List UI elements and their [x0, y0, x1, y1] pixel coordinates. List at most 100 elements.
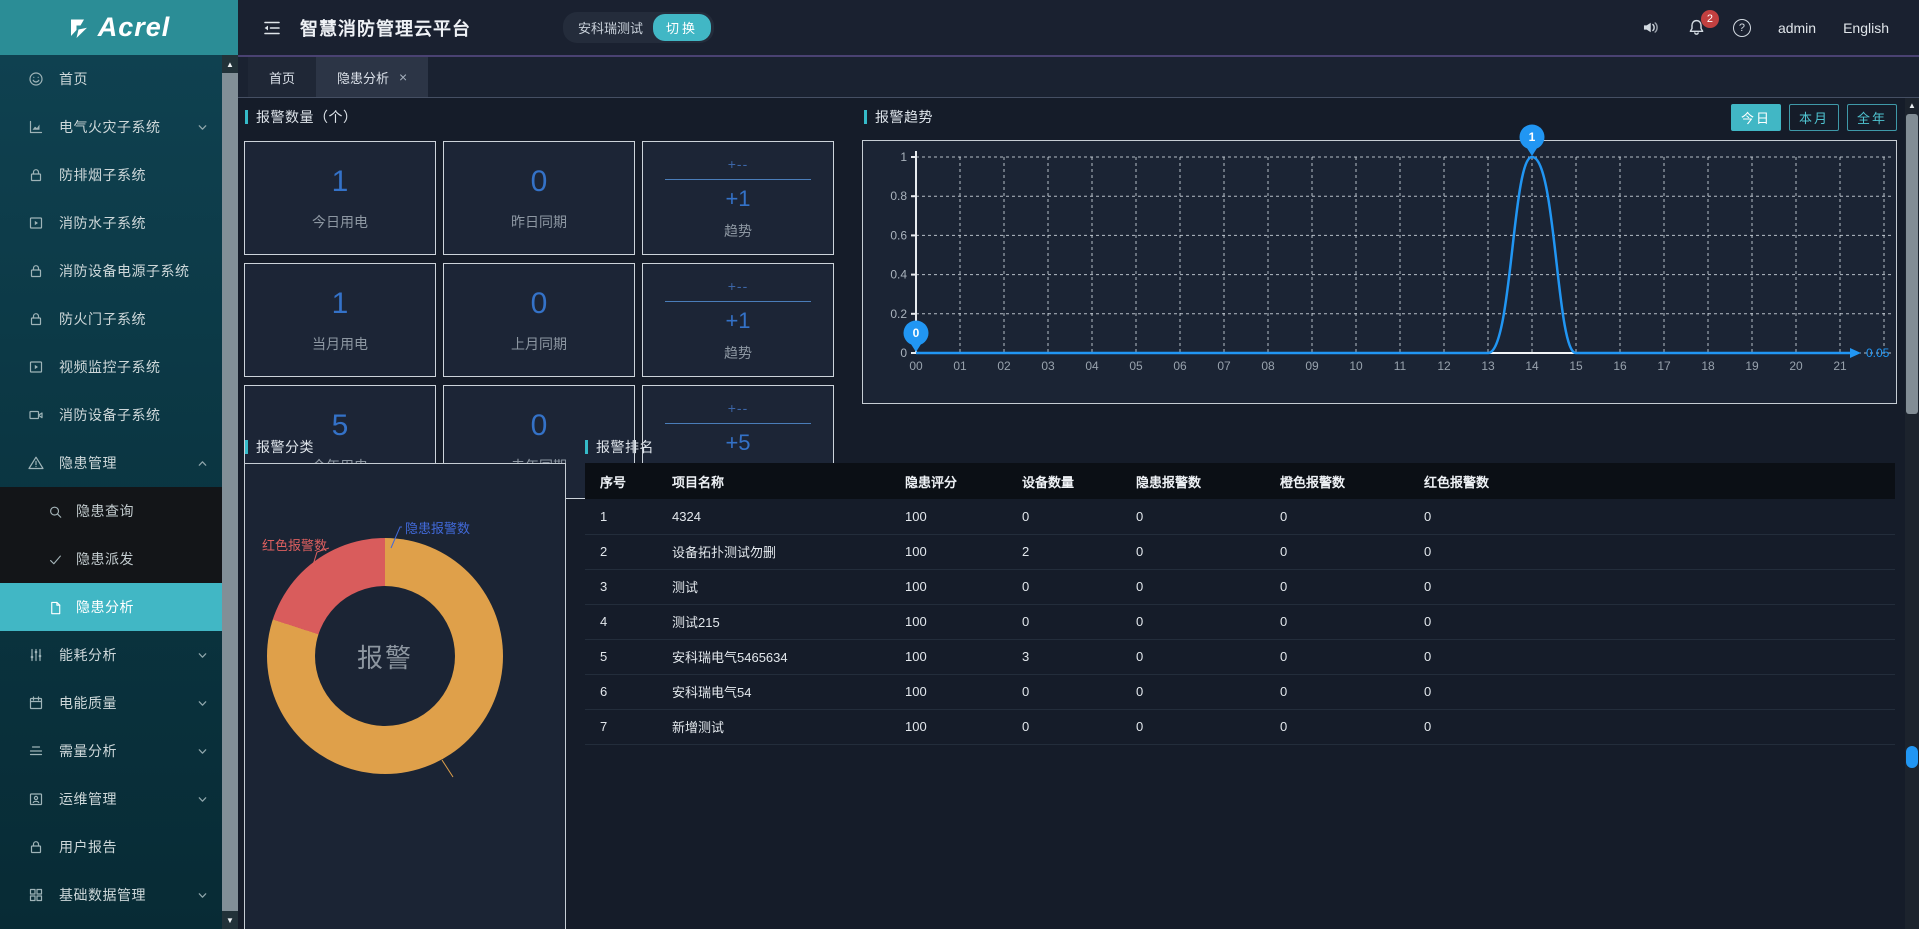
table-row[interactable]: 7新增测试1000000: [585, 709, 1895, 744]
table-cell: 0: [1409, 534, 1553, 569]
table-cell: 0: [1409, 709, 1553, 744]
table-cell: 100: [890, 499, 1007, 534]
range-button[interactable]: 全年: [1847, 104, 1897, 131]
table-cell: 新增测试: [657, 709, 890, 744]
play-icon: [28, 359, 45, 376]
table-cell: 0: [1409, 674, 1553, 709]
search-icon: [48, 504, 63, 519]
sidebar-item[interactable]: 隐患管理: [0, 439, 222, 487]
table-row[interactable]: 2设备拓扑测试勿删1002000: [585, 534, 1895, 569]
column-header: 设备数量: [1007, 463, 1121, 499]
content-area: 报警数量（个） 1今日用电0昨日同期+--+1趋势1当月用电0上月同期+--+1…: [238, 98, 1919, 929]
table-row[interactable]: 5安科瑞电气54656341003000: [585, 639, 1895, 674]
header-actions: 2 ? admin English: [1641, 18, 1919, 37]
collapse-menu-icon[interactable]: [262, 18, 282, 38]
switch-project-button[interactable]: 切换: [653, 14, 711, 41]
ops-icon: [28, 791, 45, 808]
tab-item[interactable]: 首页: [248, 57, 316, 97]
table-row[interactable]: 4测试2151000000: [585, 604, 1895, 639]
svg-text:01: 01: [953, 359, 967, 373]
tab-close-icon[interactable]: ×: [399, 69, 407, 85]
chevron-down-icon: [197, 746, 208, 757]
notifications-bell-icon[interactable]: 2: [1687, 18, 1706, 37]
scroll-down-icon[interactable]: ▼: [222, 911, 238, 929]
sidebar-item[interactable]: 消防设备电源子系统: [0, 247, 222, 295]
doc-icon: [48, 600, 63, 615]
sidebar-item[interactable]: 能耗分析: [0, 631, 222, 679]
language-switch[interactable]: English: [1843, 20, 1889, 36]
donut-center: 报警: [315, 586, 455, 726]
chart-icon: [28, 119, 45, 136]
sidebar-item[interactable]: 视频监控子系统: [0, 343, 222, 391]
user-menu[interactable]: admin: [1778, 20, 1816, 36]
table-header-row: 序号项目名称隐患评分设备数量隐患报警数橙色报警数红色报警数: [585, 463, 1895, 499]
column-header: 项目名称: [657, 463, 890, 499]
svg-text:05: 05: [1129, 359, 1143, 373]
alarm-trend-chart[interactable]: 00.20.40.60.8100010203040506070809101112…: [863, 141, 1896, 403]
scroll-up-icon[interactable]: ▲: [1905, 98, 1919, 113]
scrollbar-marker[interactable]: [1906, 746, 1918, 768]
tab-label: 隐患分析: [337, 68, 389, 87]
table-cell: 0: [1265, 604, 1409, 639]
sidebar-item[interactable]: 首页: [0, 55, 222, 103]
table-cell: 0: [1121, 709, 1265, 744]
sidebar-submenu: 隐患查询隐患派发隐患分析: [0, 487, 222, 631]
table-cell: 100: [890, 604, 1007, 639]
lock-icon: [28, 311, 45, 328]
speaker-icon[interactable]: [1641, 18, 1660, 37]
sidebar-item[interactable]: 基础数据管理: [0, 871, 222, 919]
column-header: 序号: [585, 463, 657, 499]
table-cell: 3: [585, 569, 657, 604]
help-icon[interactable]: ?: [1733, 19, 1751, 37]
camera-icon: [28, 407, 45, 424]
sidebar-item[interactable]: 需量分析: [0, 727, 222, 775]
svg-text:13: 13: [1481, 359, 1495, 373]
table-cell: 5: [585, 639, 657, 674]
brand-logo: Acrel: [0, 0, 238, 55]
grid-icon: [28, 887, 45, 904]
range-button[interactable]: 本月: [1789, 104, 1839, 131]
sidebar-item[interactable]: 消防设备子系统: [0, 391, 222, 439]
tab-active[interactable]: 隐患分析 ×: [316, 57, 428, 97]
sidebar-subitem[interactable]: 隐患派发: [0, 535, 222, 583]
sidebar-item[interactable]: 防火门子系统: [0, 295, 222, 343]
trend-value: +5: [725, 430, 750, 456]
alarm-category-donut[interactable]: 报警: [267, 538, 503, 774]
alarm-ranking-table: 序号项目名称隐患评分设备数量隐患报警数橙色报警数红色报警数14324100000…: [585, 463, 1895, 745]
sidebar-item[interactable]: 电能质量: [0, 679, 222, 727]
sidebar-item-label: 消防水子系统: [59, 213, 146, 233]
table-row[interactable]: 6安科瑞电气541000000: [585, 674, 1895, 709]
sidebar-item[interactable]: 消防水子系统: [0, 199, 222, 247]
stat-value: 0: [531, 165, 548, 199]
table-row[interactable]: 3测试1000000: [585, 569, 1895, 604]
svg-text:0.05: 0.05: [1866, 346, 1890, 360]
table-cell: 测试215: [657, 604, 890, 639]
sidebar-item[interactable]: 电气火灾子系统: [0, 103, 222, 151]
table-cell: 测试: [657, 569, 890, 604]
svg-text:10: 10: [1349, 359, 1363, 373]
alarm-trend-title: 报警趋势: [864, 107, 933, 127]
alarm-trend-panel: 00.20.40.60.8100010203040506070809101112…: [862, 140, 1897, 404]
trend-card: +--+1趋势: [642, 141, 834, 255]
svg-text:0.6: 0.6: [890, 228, 907, 242]
table-row[interactable]: 143241000000: [585, 499, 1895, 534]
stat-label: 昨日同期: [511, 212, 567, 232]
page-scrollbar[interactable]: ▲: [1905, 98, 1919, 929]
scrollbar-thumb[interactable]: [1906, 114, 1918, 414]
svg-text:03: 03: [1041, 359, 1055, 373]
project-switcher: 安科瑞测试 切换: [563, 12, 714, 43]
sidebar-item[interactable]: 运维管理: [0, 775, 222, 823]
sidebar-subitem[interactable]: 隐患分析: [0, 583, 222, 631]
range-button[interactable]: 今日: [1731, 104, 1781, 131]
sidebar-scrollbar[interactable]: ▲ ▼: [222, 55, 238, 929]
stat-card: 0 昨日同期: [443, 141, 635, 255]
sidebar-item-label: 消防设备子系统: [59, 405, 161, 425]
sidebar-subitem[interactable]: 隐患查询: [0, 487, 222, 535]
sidebar-item[interactable]: 用户报告: [0, 823, 222, 871]
sidebar-item-label: 需量分析: [59, 741, 117, 761]
play-icon: [28, 215, 45, 232]
trend-divider: [665, 179, 811, 180]
scroll-up-icon[interactable]: ▲: [222, 55, 238, 73]
svg-text:19: 19: [1745, 359, 1759, 373]
sidebar-item[interactable]: 防排烟子系统: [0, 151, 222, 199]
